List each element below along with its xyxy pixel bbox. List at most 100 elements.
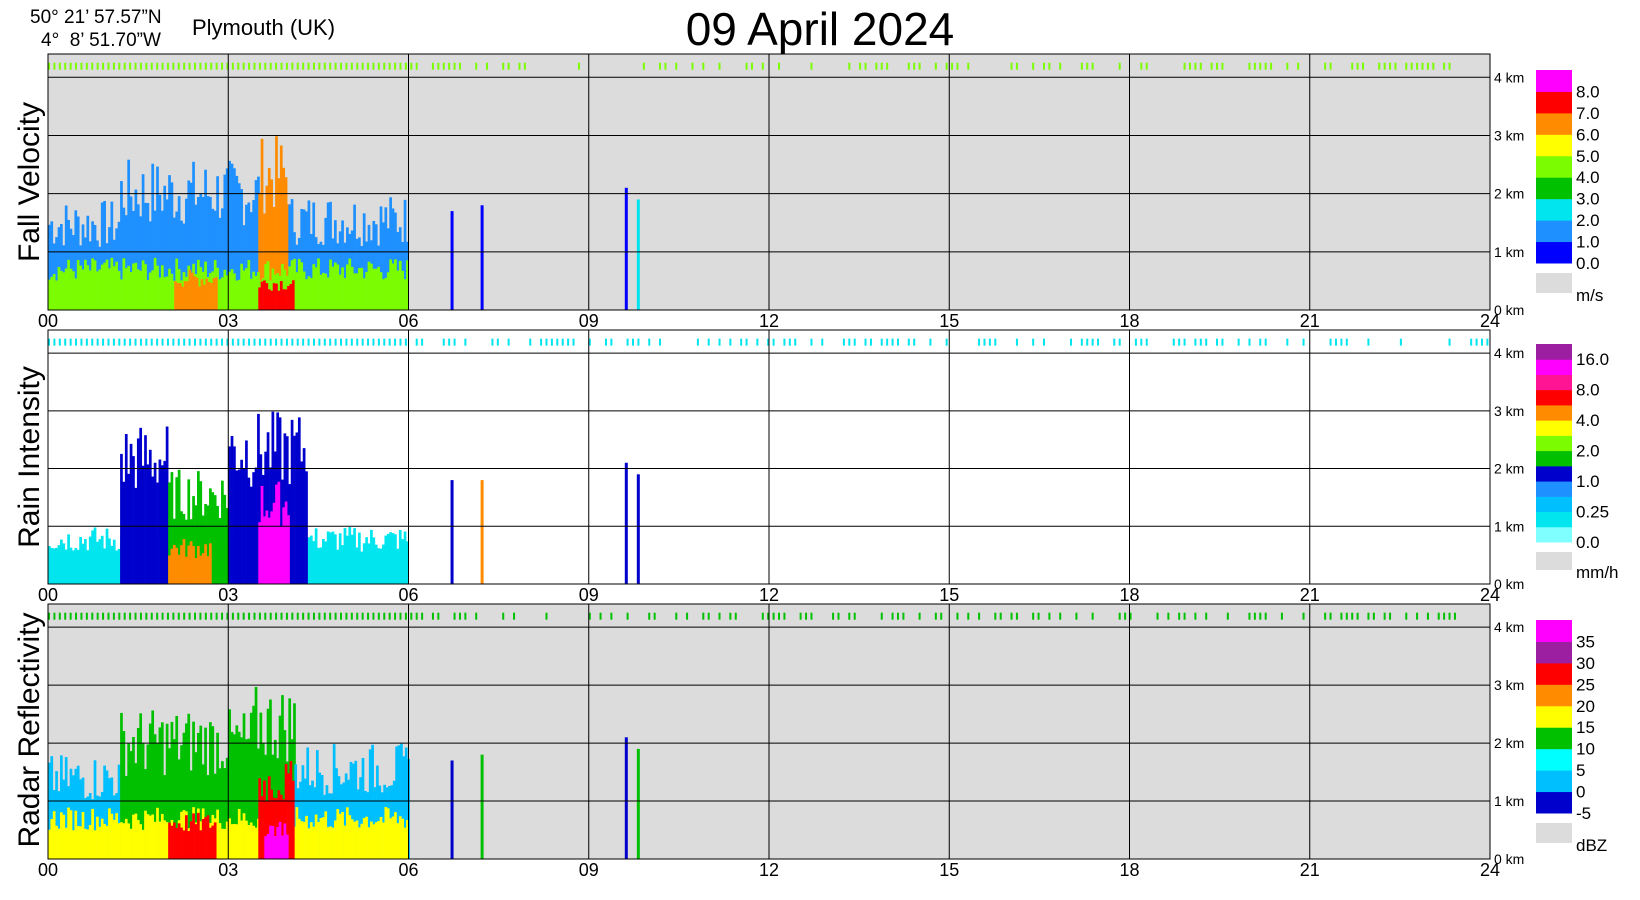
echo-column [153, 462, 157, 584]
cloud-band-mark [204, 62, 207, 70]
echo-column [302, 271, 306, 310]
colorbar-label: 2.0 [1576, 211, 1600, 230]
echo-column [57, 545, 61, 584]
colorbar-label: 2.0 [1576, 442, 1600, 461]
echo-column [206, 815, 210, 859]
echo-column [379, 548, 383, 584]
x-tick-label: 00 [38, 311, 58, 331]
echo-column [103, 262, 106, 310]
cloud-band-mark [772, 612, 775, 620]
echo-column [382, 544, 385, 584]
colorbar-label: 0.0 [1576, 533, 1600, 552]
cloud-band-mark [853, 338, 856, 346]
cloud-band-mark [1367, 612, 1370, 620]
echo-column [105, 259, 109, 310]
colorbar-label: 1.0 [1576, 472, 1600, 491]
cloud-band-mark [745, 62, 748, 70]
echo-column [57, 828, 61, 859]
cloud-band-mark [702, 612, 705, 620]
cloud-band-mark [1037, 612, 1040, 620]
colorbar-swatch [1536, 620, 1572, 642]
cloud-band-mark [453, 612, 456, 620]
echo-column [230, 269, 234, 310]
shower-streak [624, 737, 628, 859]
y-tick-label: 4 km [1494, 619, 1524, 635]
cloud-band-mark [859, 62, 862, 70]
colorbar-label: 30 [1576, 654, 1595, 673]
echo-column [326, 827, 330, 859]
cloud-band-mark [1345, 612, 1348, 620]
cloud-band-mark [210, 338, 213, 346]
echo-column [50, 547, 54, 584]
cloud-band-mark [1426, 62, 1429, 70]
cloud-band-mark [1118, 338, 1121, 346]
echo-column [194, 824, 198, 859]
y-tick-label: 3 km [1494, 677, 1524, 693]
echo-column [136, 269, 140, 310]
echo-column [100, 535, 104, 584]
echo-column [91, 808, 94, 859]
echo-column [365, 272, 368, 310]
echo-column [110, 257, 114, 310]
cloud-band-mark [572, 338, 575, 346]
cloud-band-mark [604, 338, 607, 346]
echo-column [277, 290, 281, 310]
echo-column [64, 827, 68, 859]
x-tick-label: 00 [38, 860, 58, 880]
cloud-band-mark [1086, 338, 1089, 346]
cloud-band-mark [1140, 62, 1143, 70]
colorbar-swatch [1536, 481, 1572, 497]
echo-column [210, 283, 213, 310]
echo-column [338, 274, 342, 310]
echo-column [326, 277, 330, 310]
echo-column [76, 826, 80, 859]
cloud-band-mark [799, 612, 802, 620]
cloud-band-mark [199, 338, 202, 346]
cloud-band-mark [361, 338, 364, 346]
cloud-band-mark [96, 62, 99, 70]
cloud-band-mark [496, 338, 499, 346]
cloud-band-mark [502, 612, 505, 620]
panel-0: 00 03 06 09 12 15 18 21 240 km1 km2 km3 km4 km0.… [38, 53, 1603, 331]
echo-column [108, 538, 111, 584]
cloud-band-mark [1259, 612, 1262, 620]
echo-column [403, 531, 407, 584]
echo-column [252, 271, 255, 310]
cloud-band-mark [702, 62, 705, 70]
echo-column [258, 287, 261, 310]
cloud-band-mark [194, 612, 197, 620]
echo-column [398, 816, 402, 859]
x-tick-label: 15 [939, 311, 959, 331]
echo-column [249, 486, 253, 584]
colorbar-swatch [1536, 791, 1572, 814]
cloud-band-mark [356, 62, 359, 70]
colorbar-label: 15 [1576, 718, 1595, 737]
cloud-band-mark [1097, 338, 1100, 346]
echo-column [384, 807, 388, 859]
echo-column [289, 284, 293, 310]
cloud-band-mark [1270, 62, 1273, 70]
cloud-band-mark [907, 62, 910, 70]
echo-column [218, 518, 222, 584]
echo-column [305, 279, 308, 310]
cloud-band-mark [940, 612, 943, 620]
echo-column [355, 820, 359, 859]
cloud-band-mark [394, 338, 397, 346]
echo-column [309, 278, 313, 310]
cloud-band-mark [194, 338, 197, 346]
cloud-band-mark [280, 612, 283, 620]
cloud-band-mark [85, 62, 88, 70]
echo-column [283, 823, 287, 859]
cloud-band-mark [458, 612, 461, 620]
echo-column [74, 278, 78, 310]
echo-column [153, 257, 157, 310]
echo-column [384, 277, 388, 310]
colorbar-swatch [1536, 748, 1572, 771]
cloud-band-mark [188, 62, 191, 70]
cloud-band-mark [356, 612, 359, 620]
echo-column [365, 537, 368, 584]
cloud-band-mark [1324, 62, 1327, 70]
cloud-band-mark [102, 62, 105, 70]
echo-column [358, 827, 361, 859]
cloud-band-mark [383, 612, 386, 620]
